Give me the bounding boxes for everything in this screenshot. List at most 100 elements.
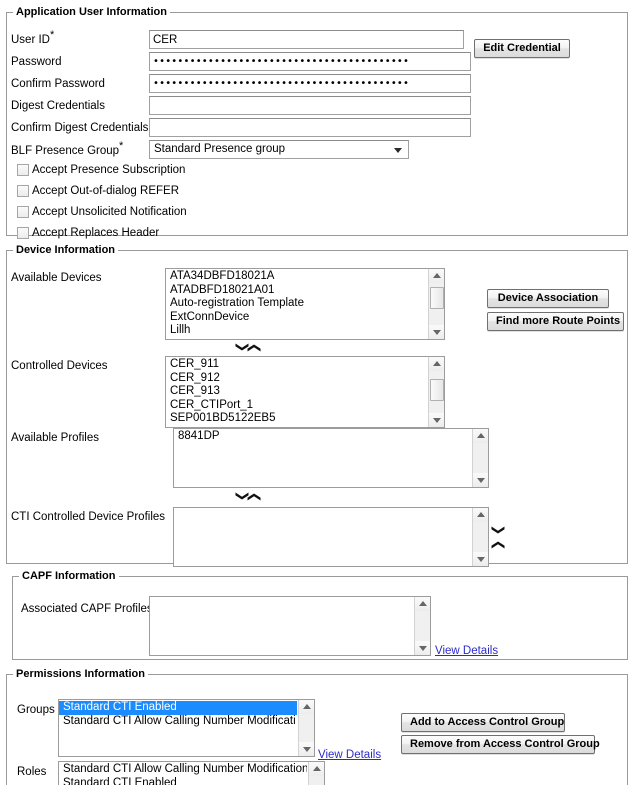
permissions-view-details-link[interactable]: View Details — [318, 749, 381, 761]
required-marker-blf-presence-group: * — [119, 140, 124, 153]
section-application-user-information: Application User Information User ID* Ed… — [6, 6, 628, 239]
confirm-password-input[interactable] — [149, 74, 471, 93]
section-legend-capf-information: CAPF Information — [22, 570, 116, 582]
label-password: Password — [11, 56, 62, 68]
list-item[interactable]: CER_913 — [169, 385, 427, 399]
remove-from-access-control-group-button[interactable]: Remove from Access Control Group — [401, 735, 600, 754]
confirm-digest-credentials-input[interactable] — [149, 118, 471, 137]
scroll-up-arrow-icon[interactable] — [415, 597, 430, 611]
user-id-input[interactable] — [149, 30, 464, 49]
scroll-down-arrow-icon[interactable] — [473, 473, 488, 487]
available-profiles-listbox[interactable]: 8841DP — [173, 428, 489, 488]
checkbox-label-accept-replaces-header: Accept Replaces Header — [32, 227, 160, 239]
associated-capf-profiles-items — [150, 597, 413, 655]
checkbox-accept-unsolicited-notification[interactable] — [17, 206, 29, 218]
groups-scrollbar[interactable] — [298, 700, 314, 756]
list-item[interactable]: ExtConnDevice — [169, 311, 427, 325]
list-item[interactable]: CER_CTIPort_1 — [169, 399, 427, 413]
scroll-up-arrow-icon[interactable] — [309, 762, 324, 776]
digest-credentials-input[interactable] — [149, 96, 471, 115]
move-down-chevron-icon[interactable]: ❯ — [490, 525, 505, 537]
list-item[interactable]: Standard CTI Allow Calling Number Modifi… — [62, 763, 307, 777]
list-item[interactable]: 8841DP — [177, 430, 471, 444]
scroll-up-arrow-icon[interactable] — [429, 357, 444, 371]
cti-controlled-device-profiles-listbox[interactable] — [173, 507, 489, 567]
scroll-up-arrow-icon[interactable] — [299, 700, 314, 714]
capf-view-details-link[interactable]: View Details — [435, 645, 498, 657]
label-associated-capf-profiles: Associated CAPF Profiles — [21, 603, 153, 615]
required-marker-user-id: * — [49, 29, 55, 42]
checkbox-accept-replaces-header[interactable] — [17, 227, 29, 239]
roles-listbox[interactable]: Standard CTI Allow Calling Number Modifi… — [58, 761, 325, 785]
section-legend-device-information: Device Information — [16, 244, 116, 256]
controlled-devices-scrollbar[interactable] — [428, 357, 444, 427]
controlled-devices-listbox[interactable]: CER_911 CER_912 CER_913 CER_CTIPort_1 SE… — [165, 356, 445, 428]
label-confirm-password: Confirm Password — [11, 78, 105, 90]
associated-capf-profiles-scrollbar[interactable] — [414, 597, 430, 655]
associated-capf-profiles-listbox[interactable] — [149, 596, 431, 656]
available-devices-scrollbar[interactable] — [428, 269, 444, 339]
section-legend-application-user-information: Application User Information — [16, 6, 167, 18]
cti-controlled-device-profiles-scrollbar[interactable] — [472, 508, 488, 566]
scroll-down-arrow-icon[interactable] — [299, 742, 314, 756]
list-item[interactable]: ATADBFD18021A01 — [169, 284, 427, 298]
groups-listbox[interactable]: Standard CTI Enabled Standard CTI Allow … — [58, 699, 315, 757]
scrollbar-thumb[interactable] — [430, 287, 444, 309]
chevron-down-icon — [394, 147, 402, 153]
blf-presence-group-value: Standard Presence group — [154, 143, 286, 155]
label-groups: Groups — [17, 704, 55, 716]
password-input[interactable] — [149, 52, 471, 71]
scroll-up-arrow-icon[interactable] — [429, 269, 444, 283]
checkbox-accept-out-of-dialog-refer[interactable] — [17, 185, 29, 197]
add-to-access-control-group-button[interactable]: Add to Access Control Group — [401, 713, 565, 732]
blf-presence-group-select[interactable]: Standard Presence group — [149, 140, 409, 159]
scroll-down-arrow-icon[interactable] — [473, 552, 488, 566]
edit-credential-button[interactable]: Edit Credential — [474, 39, 570, 58]
scroll-up-arrow-icon[interactable] — [473, 508, 488, 522]
find-more-route-points-button[interactable]: Find more Route Points — [487, 312, 624, 331]
list-item[interactable]: Lillh — [169, 324, 427, 338]
list-item[interactable]: CER_912 — [169, 372, 427, 386]
scroll-up-arrow-icon[interactable] — [473, 429, 488, 443]
list-item[interactable]: Standard CTI Enabled — [62, 777, 307, 785]
label-confirm-digest-credentials: Confirm Digest Credentials — [11, 122, 149, 134]
label-blf-presence-group: BLF Presence Group* — [11, 140, 124, 157]
move-up-chevron-icon[interactable]: ❯ — [246, 342, 261, 354]
list-item[interactable]: SEP001BD5122EB5 — [169, 412, 427, 426]
scrollbar-thumb[interactable] — [430, 379, 444, 401]
scroll-down-arrow-icon[interactable] — [415, 641, 430, 655]
available-profiles-items: 8841DP — [174, 429, 471, 487]
section-device-information: Device Information Available Devices ATA… — [6, 244, 628, 567]
application-user-config-page: Application User Information User ID* Ed… — [0, 0, 634, 785]
checkbox-accept-presence-subscription[interactable] — [17, 164, 29, 176]
checkbox-row-accept-presence-subscription[interactable]: Accept Presence Subscription — [17, 164, 185, 176]
label-controlled-devices: Controlled Devices — [11, 360, 108, 372]
roles-items: Standard CTI Allow Calling Number Modifi… — [59, 762, 307, 785]
cti-transfer-chevrons[interactable]: ❯ ❯ — [490, 525, 505, 551]
available-profiles-scrollbar[interactable] — [472, 429, 488, 487]
list-item[interactable]: Standard CTI Allow Calling Number Modifi… — [59, 715, 297, 729]
section-legend-permissions-information: Permissions Information — [16, 668, 145, 680]
groups-items: Standard CTI Enabled Standard CTI Allow … — [59, 700, 297, 756]
checkbox-row-accept-out-of-dialog-refer[interactable]: Accept Out-of-dialog REFER — [17, 185, 179, 197]
transfer-devices-chevrons[interactable]: ❯❯ — [234, 342, 261, 354]
list-item[interactable]: Auto-registration Template — [169, 297, 427, 311]
checkbox-label-accept-out-of-dialog-refer: Accept Out-of-dialog REFER — [32, 185, 180, 197]
available-devices-listbox[interactable]: ATA34DBFD18021A ATADBFD18021A01 Auto-reg… — [165, 268, 445, 340]
transfer-profiles-chevrons[interactable]: ❯❯ — [234, 491, 261, 503]
checkbox-label-accept-unsolicited-notification: Accept Unsolicited Notification — [32, 206, 187, 218]
list-item[interactable]: ATA34DBFD18021A — [169, 270, 427, 284]
move-up-chevron-icon[interactable]: ❯ — [490, 539, 505, 551]
checkbox-row-accept-unsolicited-notification[interactable]: Accept Unsolicited Notification — [17, 206, 187, 218]
list-item[interactable]: Standard CTI Enabled — [59, 701, 297, 715]
available-devices-items: ATA34DBFD18021A ATADBFD18021A01 Auto-reg… — [166, 269, 427, 339]
roles-scrollbar[interactable] — [308, 762, 324, 785]
cti-controlled-device-profiles-items — [174, 508, 471, 566]
device-association-button[interactable]: Device Association — [487, 289, 609, 308]
scroll-down-arrow-icon[interactable] — [429, 325, 444, 339]
move-up-chevron-icon[interactable]: ❯ — [246, 491, 261, 503]
scroll-down-arrow-icon[interactable] — [429, 413, 444, 427]
label-user-id: User ID* — [11, 29, 55, 46]
checkbox-row-accept-replaces-header[interactable]: Accept Replaces Header — [17, 227, 159, 239]
list-item[interactable]: CER_911 — [169, 358, 427, 372]
